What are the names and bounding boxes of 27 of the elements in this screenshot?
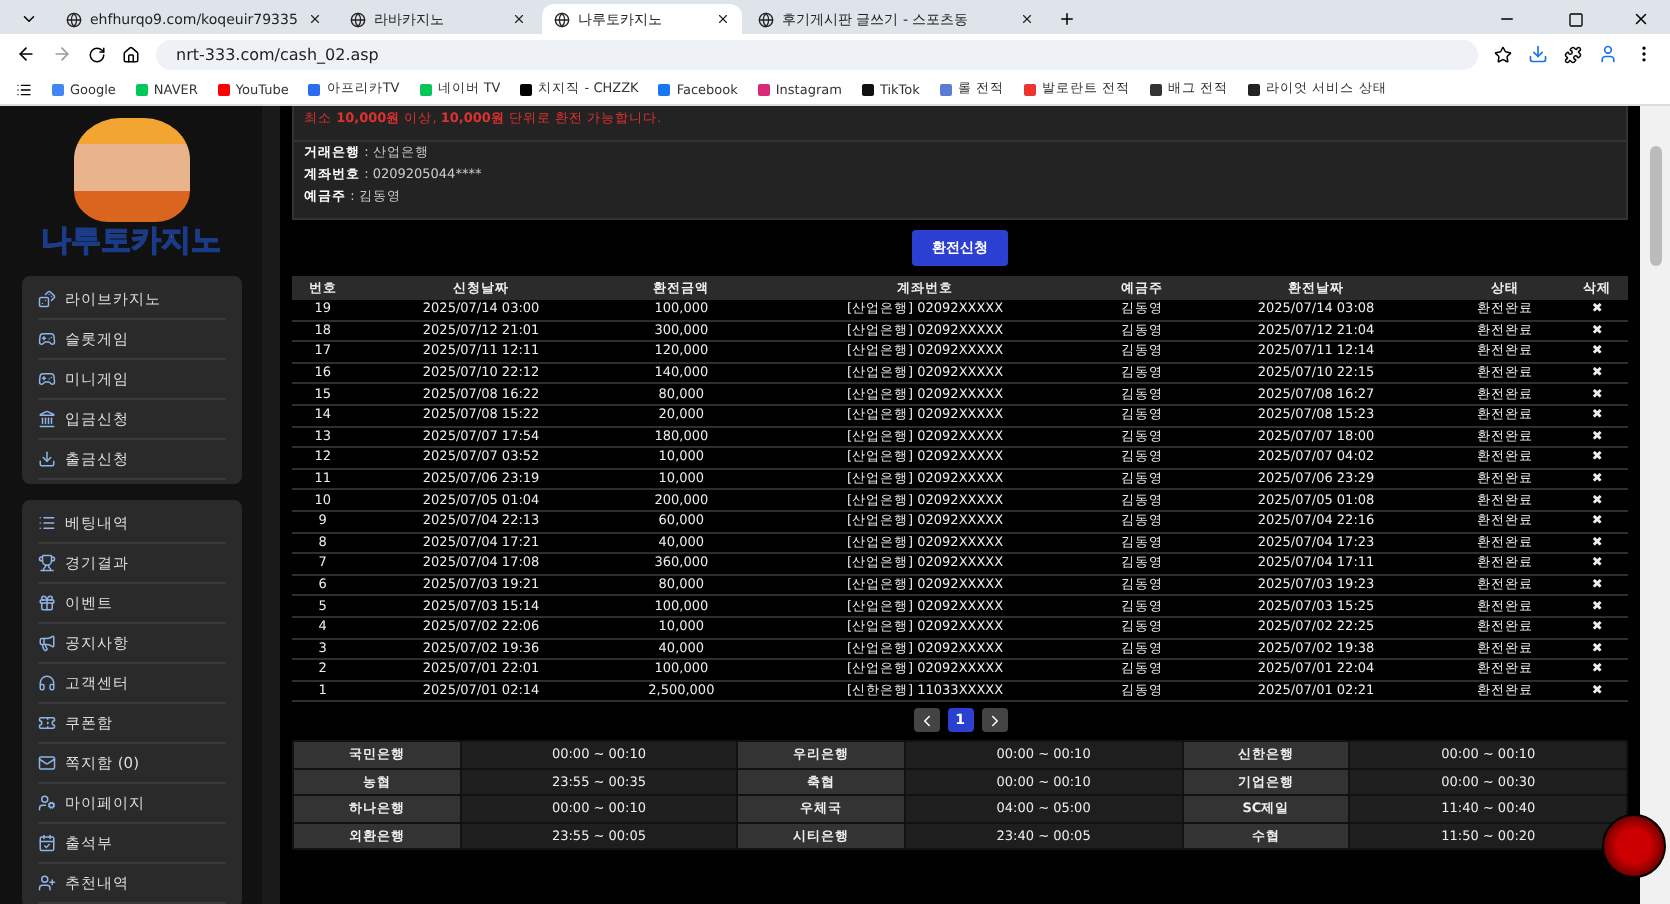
mascot-image bbox=[73, 118, 189, 222]
close-icon[interactable] bbox=[512, 12, 526, 26]
apps-icon[interactable] bbox=[16, 81, 32, 97]
extensions-icon[interactable] bbox=[1564, 45, 1582, 63]
reload-icon[interactable] bbox=[88, 45, 106, 63]
maximize-icon[interactable] bbox=[1568, 12, 1584, 28]
home-icon[interactable] bbox=[122, 45, 140, 63]
next-page-button[interactable] bbox=[981, 708, 1007, 733]
site-icon bbox=[758, 11, 774, 27]
close-window-icon[interactable] bbox=[1632, 10, 1650, 28]
forward-icon[interactable] bbox=[52, 44, 72, 64]
close-icon[interactable] bbox=[308, 12, 322, 26]
profile-icon[interactable] bbox=[1598, 44, 1618, 64]
bookmark-star-icon[interactable] bbox=[1494, 45, 1512, 63]
close-icon[interactable] bbox=[1020, 12, 1034, 26]
site-icon bbox=[554, 11, 570, 27]
address-field[interactable]: nrt-333.com/cash_02.asp bbox=[156, 39, 1478, 69]
site-icon bbox=[350, 11, 366, 27]
close-icon[interactable] bbox=[716, 12, 730, 26]
back-icon[interactable] bbox=[16, 44, 36, 64]
scrollbar[interactable] bbox=[1640, 106, 1670, 904]
previous-page-button[interactable] bbox=[913, 708, 939, 733]
download-icon[interactable] bbox=[1528, 44, 1548, 64]
new-tab-icon[interactable] bbox=[1058, 10, 1076, 28]
site-icon bbox=[66, 11, 82, 27]
tab-list-icon[interactable] bbox=[20, 10, 38, 28]
logo-text: 나루토카지노 bbox=[41, 222, 221, 260]
